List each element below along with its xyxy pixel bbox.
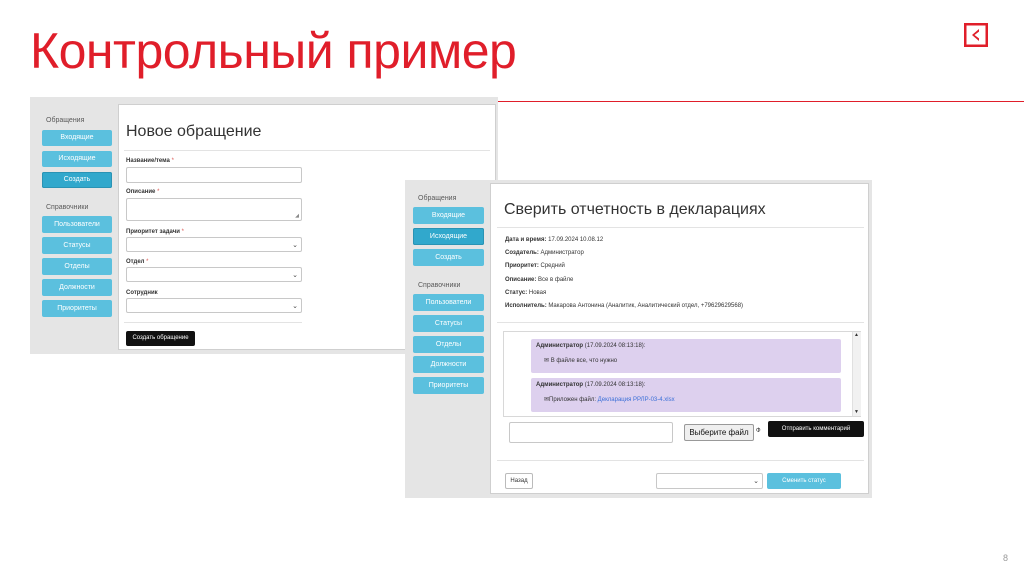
sidebar-item-priorities[interactable]: Приоритеты (413, 377, 484, 394)
description-textarea[interactable]: ◢ (126, 198, 302, 221)
header-divider (498, 101, 1024, 102)
sidebar-item-statuses[interactable]: Статусы (413, 315, 484, 332)
info-description: Описание: Все в файле (505, 277, 574, 283)
scroll-up-icon[interactable]: ▲ (854, 332, 859, 338)
chevron-down-icon: ⌄ (292, 241, 298, 249)
title-input[interactable] (126, 167, 302, 183)
create-request-button[interactable]: Создать обращение (126, 331, 195, 346)
info-assignee: Исполнитель: Макарова Антонина (Аналитик… (505, 303, 744, 309)
sidebar-section-label: Обращения (46, 117, 85, 124)
divider (124, 322, 302, 323)
divider (497, 227, 864, 228)
back-button[interactable]: Назад (505, 473, 533, 489)
status-select[interactable]: ⌄ (656, 473, 763, 489)
sidebar-item-create[interactable]: Создать (413, 249, 484, 266)
choose-file-button[interactable]: Выберите файл (684, 424, 754, 441)
change-status-button[interactable]: Сменить статус (767, 473, 841, 489)
sidebar-section-label: Справочники (418, 282, 461, 289)
sidebar-section-label: Справочники (46, 204, 89, 211)
comment-input[interactable] (509, 422, 673, 443)
sidebar-item-create[interactable]: Создать (42, 172, 112, 188)
sidebar-section-label: Обращения (418, 195, 457, 202)
resize-grip-icon[interactable]: ◢ (295, 213, 299, 219)
sidebar-item-users[interactable]: Пользователи (413, 294, 484, 311)
info-status: Статус: Новая (505, 290, 547, 296)
request-title: Сверить отчетность в декларациях (504, 201, 766, 218)
page-number: 8 (1003, 553, 1009, 563)
sidebar-item-incoming[interactable]: Входящие (413, 207, 484, 224)
field-label-priority: Приоритет задачи * (126, 229, 184, 235)
comments-scrollbar[interactable] (852, 332, 861, 416)
sidebar-item-statuses[interactable]: Статусы (42, 237, 112, 254)
field-label-department: Отдел * (126, 259, 149, 265)
field-label-employee: Сотрудник (126, 290, 158, 296)
info-creator: Создатель: Администратор (505, 250, 584, 256)
chevron-down-icon: ⌄ (753, 478, 759, 485)
logo-icon (963, 22, 989, 48)
divider (497, 460, 864, 461)
divider (497, 322, 864, 323)
employee-select[interactable]: ⌄ (126, 298, 302, 313)
sidebar-item-positions[interactable]: Должности (413, 356, 484, 373)
file-status-text: Ф (756, 428, 761, 434)
field-label-description: Описание * (126, 189, 160, 195)
field-label-title: Название/тема * (126, 158, 174, 164)
slide-title: Контрольный пример (30, 23, 517, 79)
comment-author: Администратор (17.09.2024 08:13:18): (536, 343, 646, 349)
department-select[interactable]: ⌄ (126, 267, 302, 282)
sidebar-item-outgoing[interactable]: Исходящие (413, 228, 484, 245)
chevron-down-icon: ⌄ (292, 302, 298, 310)
comment-author: Администратор (17.09.2024 08:13:18): (536, 382, 646, 388)
comment-text: ✉ В файле все, что нужно (544, 358, 618, 364)
sidebar-item-users[interactable]: Пользователи (42, 216, 112, 233)
chevron-down-icon: ⌄ (292, 271, 298, 279)
divider (124, 150, 490, 151)
scroll-down-icon[interactable]: ▼ (854, 409, 859, 415)
info-datetime: Дата и время: 17.09.2024 10.08.12 (505, 237, 604, 243)
sidebar-item-priorities[interactable]: Приоритеты (42, 300, 112, 317)
sidebar-item-departments[interactable]: Отделы (42, 258, 112, 275)
attachment-link[interactable]: Декларация РРЛР-03-4.xlsx (598, 397, 675, 403)
info-priority: Приоритет: Средний (505, 263, 565, 269)
sidebar-item-outgoing[interactable]: Исходящие (42, 151, 112, 167)
sidebar-item-departments[interactable]: Отделы (413, 336, 484, 353)
form-title: Новое обращение (126, 123, 262, 140)
sidebar-item-positions[interactable]: Должности (42, 279, 112, 296)
sidebar-item-incoming[interactable]: Входящие (42, 130, 112, 146)
priority-select[interactable]: ⌄ (126, 237, 302, 252)
comment-text: ✉Приложен файл: Декларация РРЛР-03-4.xls… (544, 397, 675, 403)
send-comment-button[interactable]: Отправить комментарий (768, 421, 864, 437)
